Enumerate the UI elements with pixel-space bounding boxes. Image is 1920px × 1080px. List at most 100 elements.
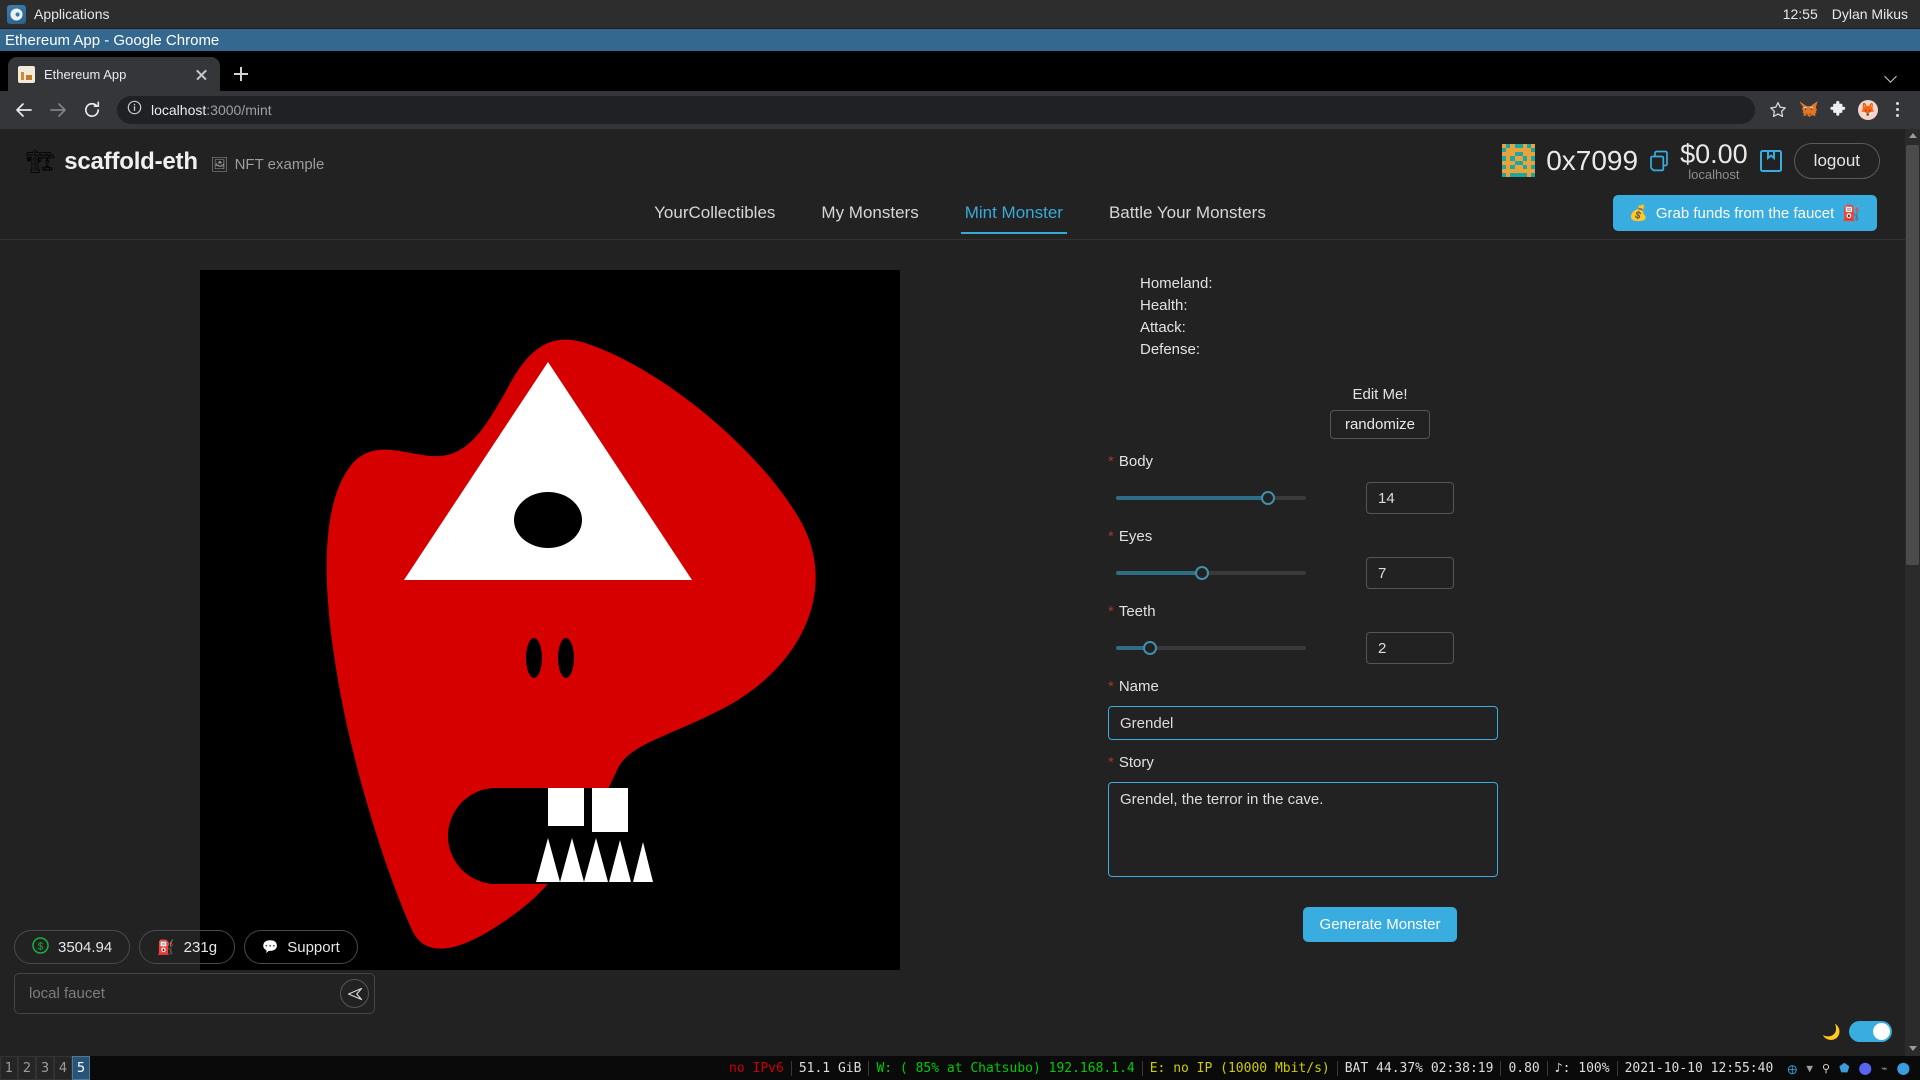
forward-arrow-icon[interactable] (43, 95, 73, 125)
back-arrow-icon[interactable] (9, 95, 39, 125)
tab-mint-monster[interactable]: Mint Monster (960, 195, 1068, 234)
field-label-story: * Story (1108, 754, 1600, 771)
send-paper-plane-icon[interactable] (340, 979, 369, 1008)
mute-bell-icon[interactable]: ⌁ (1881, 1062, 1888, 1075)
teeth-value-input[interactable] (1366, 632, 1454, 664)
scroll-down-arrow-icon[interactable] (1905, 1041, 1920, 1056)
tab-your-collectibles[interactable]: YourCollectibles (650, 195, 779, 234)
workspace-1[interactable]: 1 (0, 1056, 18, 1080)
window-titlebar: Ethereum App - Google Chrome (0, 29, 1920, 51)
gas-price-value: 231g (183, 938, 218, 956)
i3-status-bar: 1 2 3 4 5 no IPv6 51.1 GiB W: ( 85% at C… (0, 1056, 1920, 1080)
field-label-eyes: * Eyes (1108, 528, 1600, 545)
main-content: Homeland: Health: Attack: Defense: Edit … (0, 240, 1920, 970)
tab-my-monsters[interactable]: My Monsters (817, 195, 922, 234)
field-name: * Name (1100, 678, 1600, 740)
status-ethernet: E: no IP (10000 Mbit/s) (1141, 1060, 1337, 1076)
page-scrollbar[interactable] (1905, 129, 1920, 1056)
slider-knob[interactable] (1143, 641, 1158, 655)
field-eyes: * Eyes (1100, 528, 1600, 589)
body-slider[interactable] (1116, 491, 1306, 505)
site-header: 🏗 scaffold-eth 🖼 NFT example 0x7099 $0.0… (0, 129, 1920, 195)
workspace-list: 1 2 3 4 5 (0, 1056, 90, 1080)
balance-block[interactable]: $0.00 localhost (1680, 139, 1748, 182)
generate-row: Generate Monster (1100, 907, 1600, 942)
puzzle-piece-icon[interactable] (1825, 97, 1851, 123)
local-faucet-input[interactable] (29, 985, 340, 1002)
panel-username[interactable]: Dylan Mikus (1832, 6, 1920, 22)
status-battery: BAT 44.37% 02:38:19 (1336, 1060, 1501, 1076)
browser-tab[interactable]: Ethereum App (8, 57, 220, 91)
panel-clock[interactable]: 12:55 (1783, 6, 1832, 22)
monster-svg (200, 270, 900, 970)
slider-row-teeth (1108, 632, 1600, 664)
scrollbar-thumb[interactable] (1906, 145, 1919, 565)
edit-me-label: Edit Me! (1352, 386, 1408, 403)
reload-icon[interactable] (77, 95, 107, 125)
nav-row: YourCollectibles My Monsters Mint Monste… (0, 195, 1920, 240)
wifi-icon[interactable]: ▼ (1806, 1062, 1813, 1075)
gas-price-button[interactable]: ⛽ 231g (139, 930, 236, 964)
required-asterisk: * (1108, 678, 1114, 695)
eyes-value-input[interactable] (1366, 557, 1454, 589)
address-bar[interactable]: localhost:3000/mint (117, 96, 1755, 124)
applications-menu-button[interactable]: Applications (0, 0, 120, 28)
close-icon[interactable] (193, 66, 210, 83)
eth-price-button[interactable]: $ 3504.94 (14, 930, 131, 964)
star-icon[interactable] (1765, 97, 1791, 123)
copy-icon[interactable] (1649, 150, 1669, 172)
label-text: Name (1118, 678, 1159, 695)
location-icon[interactable]: ⚲ (1822, 1062, 1830, 1075)
bluetooth-icon[interactable]: 🜨 (1787, 1056, 1797, 1080)
body-value-input[interactable] (1366, 482, 1454, 514)
svg-text:$: $ (38, 941, 44, 952)
slider-knob[interactable] (1261, 491, 1275, 505)
workspace-3[interactable]: 3 (36, 1056, 54, 1080)
info-circle-icon[interactable] (127, 100, 142, 120)
randomize-button[interactable]: randomize (1329, 410, 1431, 439)
brand[interactable]: 🏗 scaffold-eth 🖼 NFT example (20, 148, 324, 176)
stat-homeland: Homeland: (1140, 275, 1213, 292)
discord-icon[interactable]: ⬤ (1859, 1061, 1872, 1075)
three-dots-menu-icon[interactable] (1885, 97, 1911, 123)
theme-toggle[interactable]: 🌙 (1822, 1021, 1892, 1042)
speech-bubble-icon: 💬 (262, 939, 279, 954)
randomize-row: randomize (1100, 410, 1600, 439)
status-wifi: W: ( 85% at Chatsubo) 192.168.1.4 (868, 1060, 1141, 1076)
workspace-2[interactable]: 2 (18, 1056, 36, 1080)
name-input[interactable] (1108, 706, 1498, 740)
wallet-save-icon[interactable] (1759, 149, 1783, 173)
tab-battle-your-monsters[interactable]: Battle Your Monsters (1105, 195, 1270, 234)
wallet-address[interactable]: 0x7099 (1546, 145, 1638, 177)
workspace-4[interactable]: 4 (54, 1056, 72, 1080)
grab-funds-faucet-button[interactable]: 💰 Grab funds from the faucet ⛽ (1613, 195, 1877, 231)
gas-pump-icon: ⛽ (157, 938, 175, 955)
stat-defense: Defense: (1140, 341, 1201, 358)
crane-icon: 🏗 (26, 148, 56, 174)
story-textarea[interactable]: Grendel, the terror in the cave. (1108, 782, 1498, 877)
support-button[interactable]: 💬 Support (244, 930, 358, 964)
slider-fill (1116, 496, 1268, 500)
shield-icon[interactable]: ⬟ (1839, 1061, 1849, 1075)
eyes-slider[interactable] (1116, 566, 1306, 580)
droplet-icon[interactable]: ⬤ (1897, 1061, 1910, 1075)
teeth-slider[interactable] (1116, 641, 1306, 655)
monster-preview-column (0, 270, 1100, 970)
browser-tab-title: Ethereum App (44, 66, 127, 82)
workspace-5[interactable]: 5 (72, 1056, 90, 1080)
dark-mode-switch[interactable] (1849, 1021, 1892, 1042)
mint-form: Homeland: Health: Attack: Defense: Edit … (1100, 270, 1600, 970)
status-disk: 51.1 GiB (790, 1060, 869, 1076)
address-bar-text: localhost:3000/mint (151, 102, 272, 118)
chevron-down-icon[interactable] (1886, 70, 1898, 82)
metamask-fox-icon[interactable] (1795, 97, 1821, 123)
new-tab-button[interactable] (224, 57, 258, 91)
field-story: * Story Grendel, the terror in the cave. (1100, 754, 1600, 882)
scroll-up-arrow-icon[interactable] (1905, 129, 1920, 144)
logout-button[interactable]: logout (1793, 142, 1880, 179)
generate-monster-button[interactable]: Generate Monster (1302, 907, 1458, 942)
slider-knob[interactable] (1194, 566, 1209, 580)
system-tray: 🜨 ▼ ⚲ ⬟ ⬤ ⌁ ⬤ (1780, 1056, 1920, 1080)
profile-avatar-icon[interactable]: 🦊 (1855, 97, 1881, 123)
field-label-body: * Body (1108, 453, 1600, 470)
